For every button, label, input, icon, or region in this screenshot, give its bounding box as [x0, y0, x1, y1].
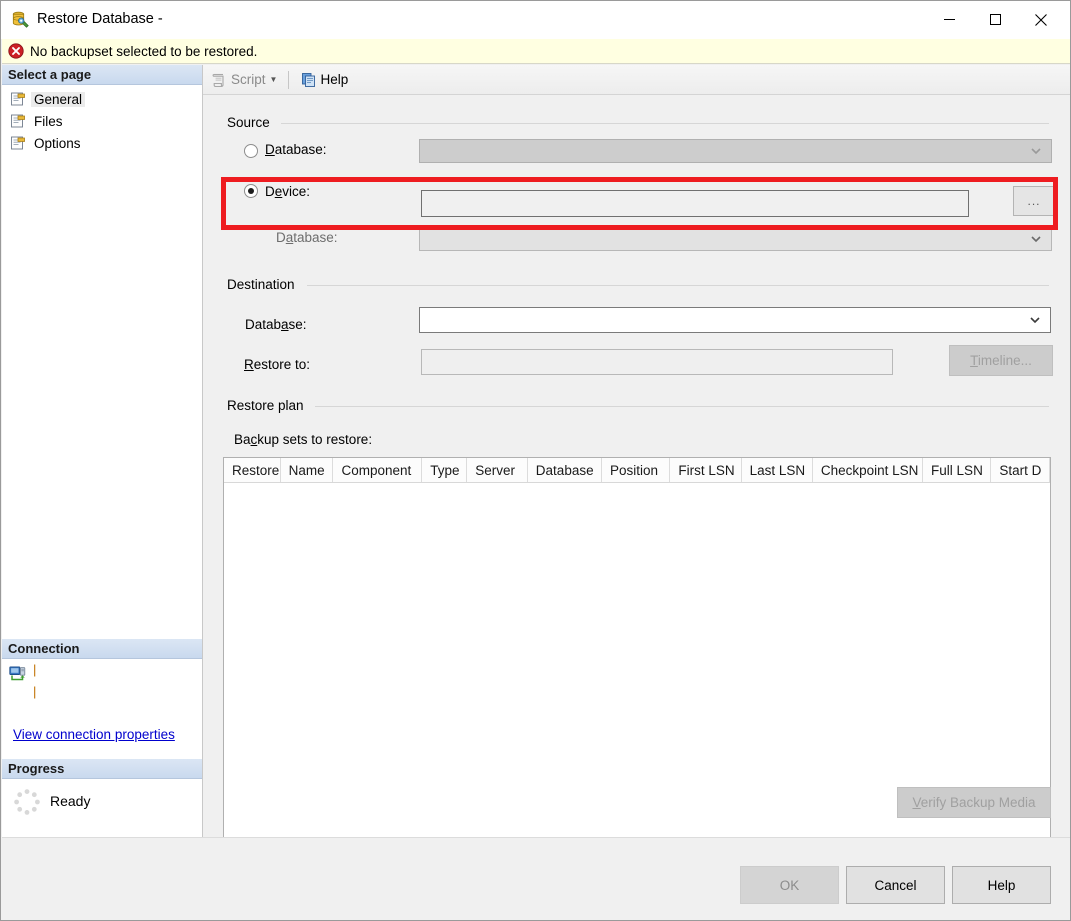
grid-column-header[interactable]: Type: [422, 458, 468, 482]
grid-column-header[interactable]: Database: [528, 458, 602, 482]
minimize-icon: [943, 19, 955, 20]
timeline-button[interactable]: Timeline...: [949, 345, 1053, 376]
ok-button[interactable]: OK: [740, 866, 839, 904]
chevron-down-icon: [1031, 148, 1041, 155]
destination-database-combo[interactable]: [419, 307, 1051, 333]
source-device-radio[interactable]: [244, 184, 258, 198]
help-footer-label: Help: [987, 877, 1016, 893]
grid-column-header[interactable]: Last LSN: [742, 458, 813, 482]
dialog-footer: OK Cancel Help: [2, 837, 1070, 920]
error-icon: [8, 43, 24, 59]
sidebar-item-label: Options: [34, 135, 81, 151]
destination-database-label: Database:: [245, 317, 307, 332]
sidebar-item-files[interactable]: Files: [2, 110, 202, 132]
toolbar: Script ▼ Help: [203, 65, 1070, 95]
destination-restore-to-label: Restore to:: [244, 357, 311, 372]
sidebar-item-general[interactable]: General: [2, 88, 202, 110]
view-connection-properties-link[interactable]: View connection properties: [13, 727, 175, 742]
server-connection-icon: [9, 666, 27, 684]
chevron-down-icon[interactable]: ▼: [268, 68, 280, 92]
restore-database-icon: [10, 10, 30, 30]
grid-column-header[interactable]: Position: [602, 458, 671, 482]
cancel-button[interactable]: Cancel: [846, 866, 945, 904]
connection-user-text: |: [33, 684, 37, 699]
maximize-icon: [989, 14, 1001, 25]
source-device-database-label: Database:: [276, 230, 338, 245]
title-bar: Restore Database -: [1, 1, 1070, 39]
restore-plan-group-label: Restore plan: [227, 398, 310, 413]
verify-button-label: Verify Backup Media: [912, 795, 1036, 810]
destination-restore-to-input[interactable]: [421, 349, 893, 375]
destination-group-line: [307, 285, 1049, 286]
ok-label: OK: [779, 877, 800, 893]
connection-header: Connection: [2, 639, 202, 659]
help-label: Help: [320, 72, 349, 87]
source-group-label: Source: [227, 115, 276, 130]
error-banner: No backupset selected to be restored.: [2, 39, 1070, 64]
verify-backup-media-button[interactable]: Verify Backup Media: [897, 787, 1051, 818]
grid-column-header[interactable]: Checkpoint LSN: [813, 458, 924, 482]
sidebar-item-label: General: [31, 91, 86, 107]
chevron-down-icon: [1030, 317, 1040, 324]
grid-column-header[interactable]: Component: [333, 458, 423, 482]
progress-header: Progress: [2, 759, 202, 779]
page-icon: [10, 91, 26, 107]
grid-header-row: Restore Name Component Type Server Database Po…: [224, 458, 1050, 483]
minimize-button[interactable]: [926, 1, 972, 38]
script-icon: [211, 72, 227, 88]
page-list: General Files Options: [2, 85, 202, 154]
toolbar-separator: [287, 70, 289, 89]
sidebar-item-label: Files: [34, 113, 63, 129]
source-device-database-combo[interactable]: [419, 227, 1052, 251]
grid-body: [224, 483, 1050, 756]
sidebar-item-options[interactable]: Options: [2, 132, 202, 154]
grid-column-header[interactable]: Name: [281, 458, 334, 482]
grid-column-header[interactable]: Start D: [991, 458, 1050, 482]
close-button[interactable]: [1018, 1, 1064, 38]
backup-sets-label: Backup sets to restore:: [234, 432, 373, 447]
script-button[interactable]: Script ▼: [207, 68, 284, 92]
left-panel: Select a page General Files Options Conn…: [2, 65, 203, 837]
maximize-button[interactable]: [972, 1, 1018, 38]
browse-button-label: ...: [1027, 194, 1041, 208]
destination-group-label: Destination: [227, 277, 301, 292]
page-icon: [10, 113, 26, 129]
grid-column-header[interactable]: Restore: [224, 458, 281, 482]
restore-plan-group-line: [315, 406, 1049, 407]
select-a-page-header: Select a page: [2, 65, 202, 85]
grid-column-header[interactable]: Full LSN: [923, 458, 992, 482]
help-icon: [301, 72, 317, 88]
source-device-label: Device:: [265, 184, 311, 199]
progress-status: Ready: [50, 793, 91, 809]
connection-server-text: |: [33, 662, 37, 677]
window-title: Restore Database -: [37, 11, 163, 27]
progress-body: Ready: [2, 779, 202, 836]
source-group-line: [281, 123, 1049, 124]
source-device-browse-button[interactable]: ...: [1013, 186, 1055, 216]
grid-column-header[interactable]: Server: [467, 458, 528, 482]
help-button[interactable]: Help: [297, 68, 353, 92]
source-device-input[interactable]: [421, 190, 969, 217]
error-message: No backupset selected to be restored.: [30, 43, 258, 59]
main-content: Source Database: Device: ... Database: D…: [203, 95, 1070, 875]
grid-column-header[interactable]: First LSN: [670, 458, 742, 482]
script-label: Script: [231, 72, 266, 87]
progress-spinner-icon: [13, 788, 41, 816]
source-database-combo[interactable]: [419, 139, 1052, 163]
chevron-down-icon: [1031, 236, 1041, 243]
close-icon: [1035, 13, 1047, 26]
connection-body: | | View connection properties: [2, 659, 202, 749]
cancel-label: Cancel: [874, 877, 917, 893]
help-footer-button[interactable]: Help: [952, 866, 1051, 904]
source-database-label: Database:: [265, 142, 327, 157]
source-database-radio[interactable]: [244, 144, 258, 158]
timeline-button-label: Timeline...: [970, 353, 1032, 368]
restore-database-dialog: Restore Database - No backupset selected…: [0, 0, 1071, 921]
page-icon: [10, 135, 26, 151]
